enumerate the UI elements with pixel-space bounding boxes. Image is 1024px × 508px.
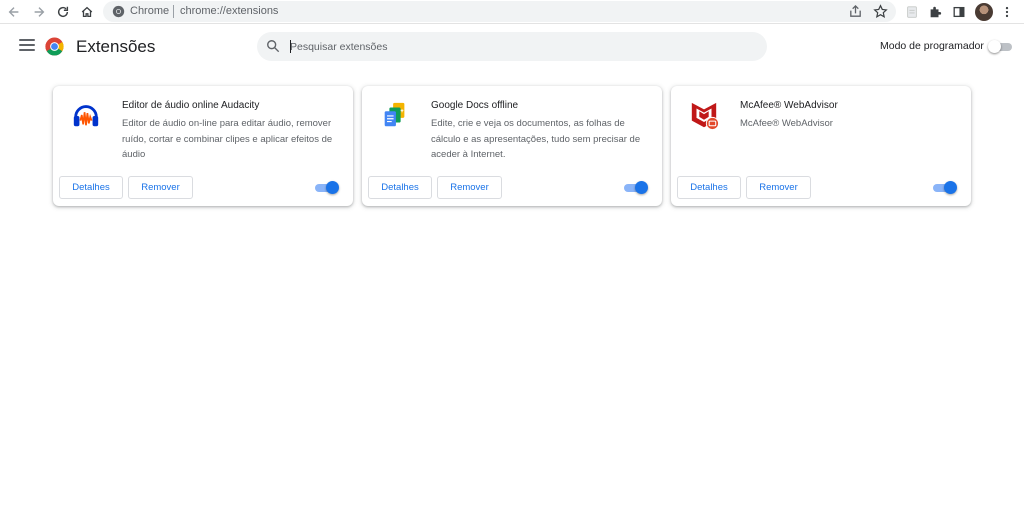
search-icon: [267, 40, 280, 53]
remove-button[interactable]: Remover: [128, 176, 193, 199]
page-title: Extensões: [76, 37, 156, 56]
extension-description: McAfee® WebAdvisor: [740, 118, 833, 129]
extension-page-button[interactable]: [902, 2, 922, 22]
chrome-logo-icon: [45, 37, 64, 56]
search-box[interactable]: [257, 32, 767, 61]
extension-name: Editor de áudio online Audacity: [122, 100, 260, 111]
back-arrow-icon: [8, 7, 19, 17]
details-button[interactable]: Detalhes: [59, 176, 123, 199]
kebab-menu-icon: [1005, 6, 1009, 18]
toggle-knob: [988, 40, 1001, 53]
chrome-site-icon: [112, 5, 125, 18]
home-button[interactable]: [77, 2, 97, 22]
extension-name: McAfee® WebAdvisor: [740, 100, 838, 111]
forward-arrow-icon: [34, 7, 45, 17]
bookmark-star-icon[interactable]: [873, 4, 888, 19]
menu-icon-bar: [19, 44, 35, 46]
site-chip-label: Chrome: [130, 5, 170, 17]
url-text[interactable]: chrome://extensions: [180, 4, 278, 19]
share-icon[interactable]: [848, 4, 863, 19]
extension-card-audacity: Editor de áudio online Audacity Editor d…: [53, 86, 353, 206]
audacity-icon: [73, 105, 99, 127]
browser-toolbar: Chrome chrome://extensions: [0, 0, 1024, 24]
home-icon: [81, 6, 93, 18]
remove-button[interactable]: Remover: [746, 176, 811, 199]
developer-mode-toggle[interactable]: [988, 40, 1012, 53]
reload-icon: [57, 6, 69, 18]
toggle-knob: [944, 181, 957, 194]
chrome-menu-button[interactable]: [997, 2, 1017, 22]
reload-button[interactable]: [53, 2, 73, 22]
mcafee-icon: [691, 102, 719, 130]
extension-description: Edite, crie e veja os documentos, as fol…: [431, 118, 641, 160]
extensions-header: Extensões Modo de programador: [0, 24, 1024, 70]
search-input[interactable]: [290, 37, 750, 56]
remove-button[interactable]: Remover: [437, 176, 502, 199]
extension-description: Editor de áudio on-line para editar áudi…: [122, 118, 333, 160]
menu-icon-bar: [19, 39, 35, 41]
google-docs-offline-icon: [384, 102, 405, 127]
page-extension-icon: [907, 6, 917, 18]
back-button[interactable]: [4, 2, 24, 22]
extension-card-google-docs-offline: Google Docs offline Edite, crie e veja o…: [362, 86, 662, 206]
profile-avatar[interactable]: [975, 3, 993, 21]
text-caret: [290, 40, 291, 53]
side-panel-icon: [953, 6, 965, 18]
toggle-knob: [635, 181, 648, 194]
toggle-knob: [326, 181, 339, 194]
address-bar[interactable]: Chrome chrome://extensions: [103, 1, 896, 22]
extension-name: Google Docs offline: [431, 100, 519, 111]
extension-card-mcafee: McAfee® WebAdvisor McAfee® WebAdvisor De…: [671, 86, 971, 206]
details-button[interactable]: Detalhes: [368, 176, 432, 199]
forward-button[interactable]: [29, 2, 49, 22]
developer-mode-label: Modo de programador: [880, 40, 984, 52]
extensions-menu-button[interactable]: [925, 2, 945, 22]
address-divider: [173, 5, 174, 18]
extension-enable-toggle[interactable]: [932, 181, 958, 195]
extension-enable-toggle[interactable]: [623, 181, 649, 195]
extension-enable-toggle[interactable]: [314, 181, 340, 195]
details-button[interactable]: Detalhes: [677, 176, 741, 199]
side-panel-button[interactable]: [949, 2, 969, 22]
puzzle-icon: [930, 6, 942, 18]
menu-icon-bar: [19, 49, 35, 51]
main-menu-button[interactable]: [19, 39, 35, 53]
